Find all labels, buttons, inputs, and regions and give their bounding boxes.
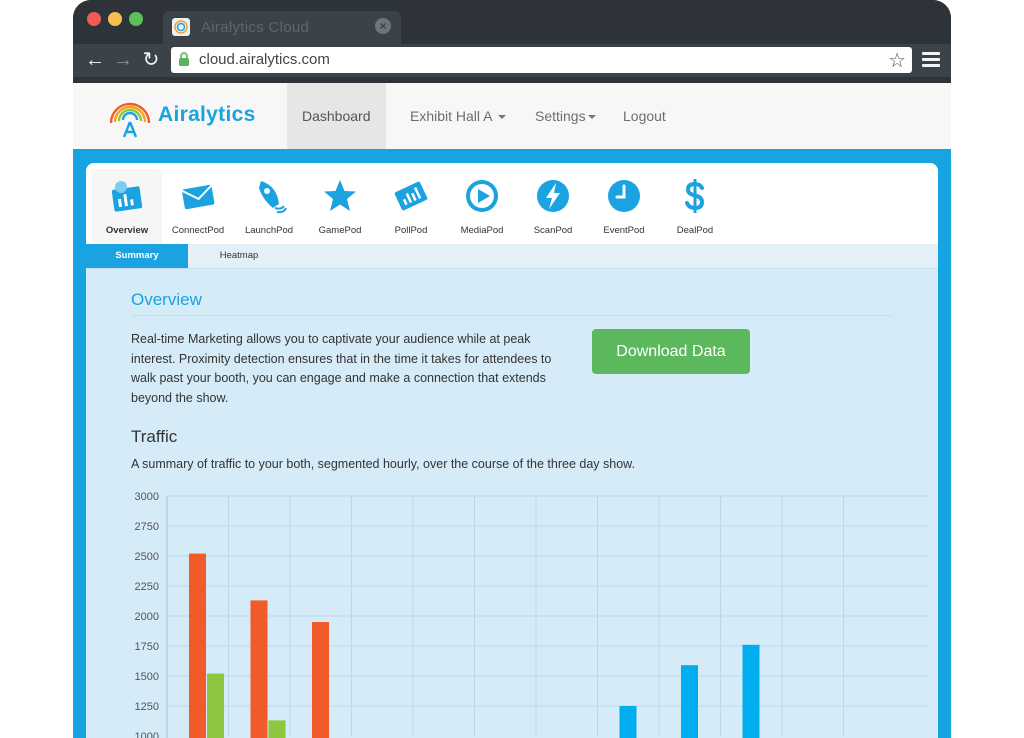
chart-bar [619,706,637,738]
section-divider [131,315,893,316]
minimize-window-button[interactable] [108,12,122,26]
nav-settings[interactable]: Settings [535,83,596,149]
browser-menu-icon[interactable] [922,52,940,68]
back-arrow-icon[interactable]: ← [84,49,106,71]
pod-launchpod[interactable]: LaunchPod [234,169,304,244]
tab-close-icon[interactable]: × [375,18,391,34]
forward-arrow-icon[interactable]: → [112,49,134,71]
pod-label: ConnectPod [171,225,225,236]
chart-bar [189,553,206,738]
pod-gamepod[interactable]: GamePod [305,169,375,244]
traffic-description: A summary of traffic to your both, segme… [131,457,635,471]
envelope-icon [181,184,215,210]
download-data-button[interactable]: Download Data [592,329,750,374]
chart-bar [742,644,760,738]
lightning-icon [537,180,569,212]
nav-exhibit-hall-label: Exhibit Hall A [410,108,493,124]
address-bar[interactable]: cloud.airalytics.com ☆ [171,47,912,73]
url-text: cloud.airalytics.com [199,51,330,68]
nav-dashboard[interactable]: Dashboard [287,83,386,149]
maximize-window-button[interactable] [129,12,143,26]
chevron-down-icon [587,115,596,120]
y-tick-label: 3000 [135,491,159,503]
nav-exhibit-hall[interactable]: Exhibit Hall A [410,83,507,149]
pod-label: PollPod [394,225,428,236]
overview-icon [111,181,143,212]
nav-logout[interactable]: Logout [623,83,666,149]
dollar-icon [685,179,705,213]
traffic-chart: 1000 1250 1500 1750 2000 2250 2500 2750 3000 [135,491,929,738]
pod-pollpod[interactable]: PollPod [376,169,446,244]
chart-bar [312,622,329,738]
tab-title: Airalytics Cloud [201,19,310,36]
favicon-icon [172,18,190,36]
page-viewport: Airalytics Dashboard Exhibit Hall A Sett… [73,83,951,738]
pod-mediapod[interactable]: MediaPod [447,169,517,244]
play-icon [466,180,498,212]
browser-window: Airalytics Cloud × ← → ↻ cloud.airalytic… [73,0,951,738]
chart-bar [681,665,698,738]
overview-description: Real-time Marketing allows you to captiv… [131,332,552,405]
chart-bar [268,720,286,738]
browser-titlebar: Airalytics Cloud × [73,0,951,44]
traffic-heading: Traffic [131,427,178,446]
pod-dealpod[interactable]: DealPod [660,169,730,244]
bookmark-star-icon[interactable]: ☆ [888,48,906,73]
pod-label: LaunchPod [244,225,294,236]
y-tick-label: 2500 [135,551,159,563]
pod-scanpod[interactable]: ScanPod [518,169,588,244]
pod-label: Overview [105,225,149,236]
browser-toolbar: ← → ↻ cloud.airalytics.com ☆ [73,44,951,77]
y-tick-label: 1750 [135,641,159,653]
rocket-icon [259,181,287,214]
pod-label: GamePod [318,225,362,236]
site-navbar: Airalytics Dashboard Exhibit Hall A Sett… [73,83,951,149]
ticket-icon [394,181,428,211]
y-tick-label: 1000 [135,731,159,738]
pod-label: MediaPod [460,225,504,236]
pod-eventpod[interactable]: EventPod [589,169,659,244]
pod-connectpod[interactable]: ConnectPod [163,169,233,244]
browser-tab[interactable]: Airalytics Cloud × [163,11,401,44]
y-tick-label: 2750 [135,521,159,533]
chart-bar [250,600,268,738]
clock-icon [608,180,640,212]
chevron-down-icon [498,115,507,120]
y-tick-label: 2000 [135,611,159,623]
pod-overview[interactable]: Overview [92,169,162,244]
tab-summary[interactable]: Summary [86,244,188,268]
airalytics-logo-icon[interactable] [105,93,155,139]
lock-icon [179,52,189,66]
star-icon [324,180,356,211]
overview-heading: Overview [131,290,202,309]
y-tick-label: 2250 [135,581,159,593]
subtab-bar: Summary Heatmap [86,244,938,269]
y-tick-label: 1500 [135,671,159,683]
nav-settings-label: Settings [535,108,586,124]
pod-label: DealPod [676,225,714,236]
close-window-button[interactable] [87,12,101,26]
pod-label: ScanPod [533,225,573,236]
pod-label: EventPod [603,225,645,236]
content-panel: Overview ConnectPod LaunchPod GamePod Po… [86,163,938,738]
brand-name[interactable]: Airalytics [158,103,256,127]
pod-toolbar: Overview ConnectPod LaunchPod GamePod Po… [86,163,938,244]
tab-heatmap[interactable]: Heatmap [204,244,274,268]
chart-bar [207,673,224,738]
y-tick-label: 1250 [135,701,159,713]
reload-icon[interactable]: ↻ [140,49,162,71]
